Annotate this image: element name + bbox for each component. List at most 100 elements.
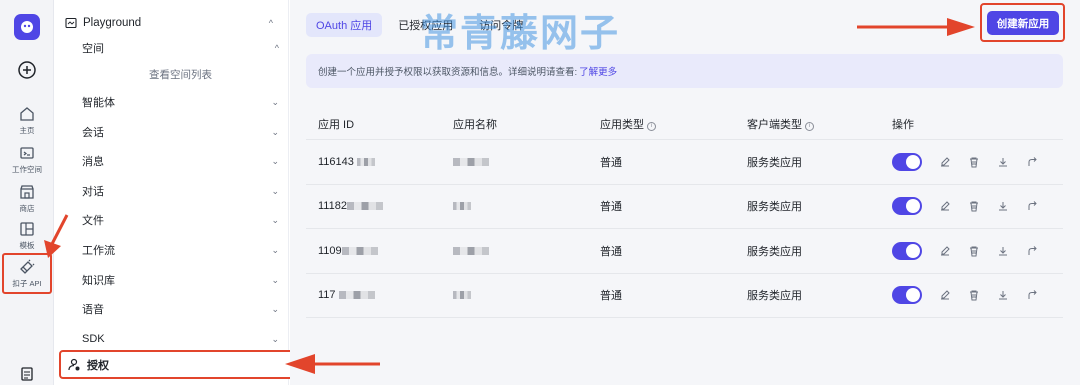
sidebar-item-label: 语音 [82, 304, 104, 316]
sidebar-item-workflow[interactable]: 工作流 ⌄ [82, 241, 279, 259]
column-header-app-name: 应用名称 [453, 118, 497, 131]
actions-cell [892, 152, 1063, 171]
column-header-app-id: 应用 ID [318, 118, 355, 131]
create-app-highlight: 创建新应用 [980, 3, 1065, 42]
app-enable-toggle[interactable] [892, 286, 922, 305]
rail-item-api[interactable]: 扣子 API [2, 253, 52, 294]
share-icon[interactable] [1026, 156, 1038, 168]
chevron-down-icon: ⌄ [271, 155, 279, 166]
client-type-cell: 服务类应用 [747, 245, 802, 258]
redacted-block [338, 291, 375, 300]
rail-item-store[interactable]: 商店 [2, 184, 52, 214]
edit-icon[interactable] [939, 289, 951, 301]
sidebar-header-playground[interactable]: Playground ^ [65, 14, 279, 32]
app-enable-toggle[interactable] [892, 197, 922, 216]
table-row: 116143 普通 服务类应用 [306, 140, 1063, 185]
delete-icon[interactable] [968, 245, 980, 257]
client-type-cell: 服务类应用 [747, 201, 802, 214]
table-row: 1109 普通 服务类应用 [306, 229, 1063, 274]
app-type-cell: 普通 [600, 290, 622, 303]
api-sidebar: Playground ^ 空间 ^ 查看空间列表 智能体 ⌄ 会话 ⌄ 消息 ⌄ 对话 ⌄… [55, 0, 331, 385]
app-id-text: 116143 [318, 155, 354, 168]
home-icon [20, 107, 34, 121]
delete-icon[interactable] [968, 289, 980, 301]
redacted-block [346, 202, 383, 211]
app-enable-toggle[interactable] [892, 241, 922, 260]
edit-icon[interactable] [939, 156, 951, 168]
chevron-up-icon: ^ [274, 43, 279, 53]
sidebar-sub-item-space-list[interactable]: 查看空间列表 [149, 67, 212, 82]
document-icon[interactable] [19, 366, 35, 382]
sidebar-item-message[interactable]: 消息 ⌄ [82, 152, 279, 170]
sidebar-item-label: 智能体 [82, 97, 115, 109]
sidebar-item-file[interactable]: 文件 ⌄ [82, 211, 279, 229]
redacted-block [453, 157, 489, 166]
rail-item-home[interactable]: 主页 [2, 106, 52, 136]
app-type-cell: 普通 [600, 201, 622, 214]
tab-authorized-apps[interactable]: 已授权应用 [388, 13, 463, 37]
column-header-label: 应用类型 [600, 118, 644, 131]
edit-icon[interactable] [939, 245, 951, 257]
sidebar-item-label: SDK [82, 333, 105, 345]
create-app-button[interactable]: 创建新应用 [987, 11, 1059, 35]
terminal-icon [20, 147, 34, 159]
chevron-up-icon: ^ [268, 18, 273, 28]
table-header: 应用 ID 应用名称 应用类型 i 客户端类型 i 操作 [306, 108, 1063, 140]
chevron-down-icon: ⌄ [271, 96, 279, 107]
notice-text: 创建一个应用并授予权限以获取资源和信息。详细说明请查看: [318, 67, 578, 78]
sidebar-item-knowledge[interactable]: 知识库 ⌄ [82, 271, 279, 289]
sidebar-item-label: 消息 [82, 156, 104, 168]
download-icon[interactable] [997, 289, 1009, 301]
app-type-cell: 普通 [600, 245, 622, 258]
api-icon [20, 259, 35, 274]
app-name-cell [453, 156, 600, 168]
tab-oauth-apps[interactable]: OAuth 应用 [306, 13, 383, 37]
rail-item-workspace[interactable]: 工作空间 [2, 145, 52, 175]
sidebar-item-agent[interactable]: 智能体 ⌄ [82, 93, 279, 111]
redacted-block [356, 157, 375, 166]
rail-item-label: 商店 [19, 204, 35, 213]
delete-icon[interactable] [968, 156, 980, 168]
share-icon[interactable] [1026, 245, 1038, 257]
template-icon [20, 222, 34, 236]
table-row: 11182 普通 服务类应用 [306, 185, 1063, 229]
tab-access-tokens[interactable]: 访问令牌 [469, 13, 533, 37]
learn-more-link[interactable]: 了解更多 [579, 64, 617, 78]
sidebar-item-conversation[interactable]: 会话 ⌄ [82, 123, 279, 141]
sidebar-item-label: 知识库 [82, 275, 115, 287]
redacted-block [453, 246, 489, 255]
add-circle-icon[interactable] [17, 60, 37, 80]
column-header-app-type: 应用类型 i [600, 116, 747, 132]
sidebar-item-chat[interactable]: 对话 ⌄ [82, 182, 279, 200]
app-enable-toggle[interactable] [892, 152, 922, 171]
share-icon[interactable] [1026, 289, 1038, 301]
sidebar-item-label: 工作流 [82, 245, 115, 257]
info-icon[interactable]: i [805, 121, 814, 131]
download-icon[interactable] [997, 200, 1009, 212]
authorization-icon [68, 358, 80, 370]
download-icon[interactable] [997, 156, 1009, 168]
sidebar-item-label: 授权 [87, 359, 109, 372]
tab-bar: OAuth 应用 已授权应用 访问令牌 [306, 13, 533, 37]
app-type-cell: 普通 [600, 156, 622, 169]
share-icon[interactable] [1026, 200, 1038, 212]
app-id-text: 117 [318, 289, 336, 302]
sidebar-item-sdk[interactable]: SDK ⌄ [82, 330, 279, 348]
chevron-down-icon: ⌄ [271, 274, 279, 285]
store-icon [20, 185, 34, 199]
chevron-down-icon: ⌄ [271, 303, 279, 314]
sidebar-item-voice[interactable]: 语音 ⌄ [82, 300, 279, 318]
redacted-block [453, 202, 471, 211]
coze-logo-icon[interactable] [14, 14, 40, 40]
info-icon[interactable]: i [647, 121, 656, 131]
actions-cell [892, 286, 1063, 305]
edit-icon[interactable] [939, 200, 951, 212]
app-name-cell [453, 289, 600, 301]
rail-item-label: 模板 [19, 241, 35, 250]
download-icon[interactable] [997, 245, 1009, 257]
rail-item-template[interactable]: 模板 [2, 221, 52, 251]
column-header-client-type: 客户端类型 i [747, 116, 892, 132]
delete-icon[interactable] [968, 200, 980, 212]
sidebar-item-space[interactable]: 空间 ^ [82, 39, 279, 57]
info-notice: 创建一个应用并授予权限以获取资源和信息。详细说明请查看: 了解更多 [306, 54, 1063, 88]
